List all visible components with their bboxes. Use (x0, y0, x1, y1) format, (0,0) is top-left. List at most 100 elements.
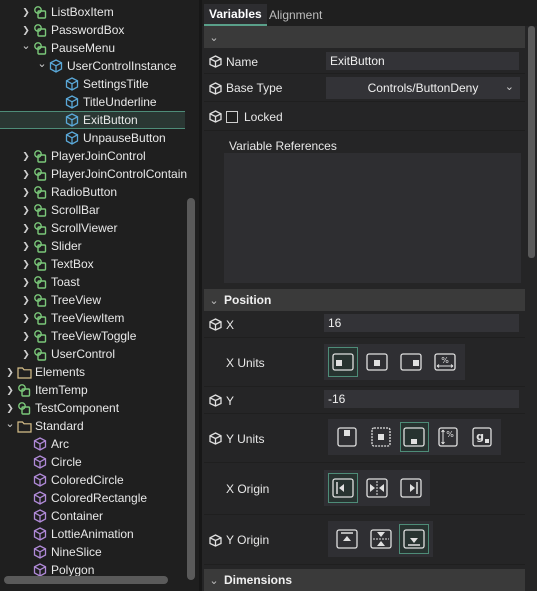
variable-cube-icon (204, 103, 226, 130)
chevron-down-icon[interactable]: ⌄ (36, 54, 48, 72)
chevron-right-icon[interactable]: ❯ (20, 201, 32, 219)
tree-item[interactable]: ⌄ UserControlInstance (0, 57, 185, 75)
y-units-pixels-from-bottom-button[interactable] (399, 422, 430, 452)
tree-item[interactable]: ❯ Slider (0, 237, 185, 255)
chevron-right-icon[interactable]: ❯ (20, 255, 32, 273)
tree-item[interactable]: ❯ ItemTemp (0, 381, 185, 399)
tree-item[interactable]: ⌄ Standard (0, 417, 185, 435)
chevron-right-icon[interactable]: ❯ (20, 291, 32, 309)
y-units-percent-button[interactable]: % (433, 422, 463, 452)
x-label: X (226, 317, 235, 332)
chevron-right-icon[interactable]: ❯ (20, 237, 32, 255)
tree-item[interactable]: ❯ TreeView (0, 291, 185, 309)
variable-references-textbox[interactable] (224, 153, 521, 283)
tree-item[interactable]: ❯ TextBox (0, 255, 185, 273)
chevron-right-icon[interactable]: ❯ (20, 327, 32, 345)
chevron-right-icon[interactable]: ❯ (20, 273, 32, 291)
category-header-position[interactable]: ⌄ Position (204, 289, 525, 311)
tree-item-label: Standard (35, 419, 84, 433)
base-type-dropdown[interactable]: Controls/ButtonDeny ⌄ (326, 77, 520, 99)
tree-item[interactable]: ExitButton (0, 111, 185, 129)
y-units-pixels-from-top-button[interactable] (332, 422, 362, 452)
tab-alignment[interactable]: Alignment (264, 4, 327, 26)
tree-item[interactable]: ❯ Toast (0, 273, 185, 291)
component-icon (32, 310, 48, 326)
tree-horizontal-scrollbar[interactable] (4, 576, 168, 584)
folder-icon (16, 364, 32, 380)
y-field[interactable]: -16 (324, 390, 519, 408)
locked-checkbox[interactable] (226, 110, 238, 123)
x-origin-center-button[interactable] (362, 473, 392, 503)
tree-item[interactable]: ❯ ScrollViewer (0, 219, 185, 237)
tree-item[interactable]: ❯ PlayerJoinControl (0, 147, 185, 165)
chevron-right-icon[interactable]: ❯ (4, 381, 16, 399)
standard-icon (32, 508, 48, 524)
y-origin-label: Y Origin (226, 533, 270, 547)
tree-item-label: UserControl (51, 347, 116, 361)
properties-vertical-scrollbar[interactable] (528, 26, 535, 258)
y-origin-top-button[interactable] (332, 524, 362, 554)
tree-item[interactable]: NineSlice (0, 543, 185, 561)
instance-icon (64, 112, 80, 128)
tree-item-label: ExitButton (83, 113, 138, 127)
tree-item[interactable]: TitleUnderline (0, 93, 185, 111)
x-units-pixels-from-right-button[interactable] (396, 347, 426, 377)
standard-icon (32, 436, 48, 452)
tree-item[interactable]: ❯ ListBoxItem (0, 3, 185, 21)
tree-item[interactable]: ColoredRectangle (0, 489, 185, 507)
tree-item[interactable]: ❯ TreeViewToggle (0, 327, 185, 345)
instance-icon (64, 94, 80, 110)
y-units-buttons: % g (328, 419, 501, 455)
category-header-dimensions[interactable]: ⌄ Dimensions (204, 569, 525, 591)
tree-vertical-scrollbar[interactable] (187, 198, 195, 580)
tree-item[interactable]: ❯ ScrollBar (0, 201, 185, 219)
y-units-pixels-from-center-button[interactable] (366, 422, 396, 452)
component-icon (32, 238, 48, 254)
tree-item[interactable]: ❯ TreeViewItem (0, 309, 185, 327)
tree-item[interactable]: LottieAnimation (0, 525, 185, 543)
x-units-pixels-from-center-button[interactable] (362, 347, 392, 377)
tree-item[interactable]: ❯ RadioButton (0, 183, 185, 201)
variable-cube-icon (204, 75, 226, 101)
y-origin-bottom-button[interactable] (399, 524, 430, 554)
chevron-right-icon[interactable]: ❯ (20, 309, 32, 327)
category-header-top[interactable]: ⌄ (204, 26, 525, 48)
element-tree[interactable]: ❯ ListBoxItem ❯ PasswordBox ⌄ PauseMenu ⌄ UserC… (0, 0, 199, 591)
tree-item[interactable]: UnpauseButton (0, 129, 185, 147)
x-origin-right-button[interactable] (396, 473, 426, 503)
tree-item[interactable]: Container (0, 507, 185, 525)
tree-item[interactable]: ColoredCircle (0, 471, 185, 489)
chevron-right-icon[interactable]: ❯ (20, 219, 32, 237)
tree-item-label: ItemTemp (35, 383, 88, 397)
name-field[interactable]: ExitButton (326, 52, 519, 70)
tree-item[interactable]: ❯ UserControl (0, 345, 185, 363)
tree-item[interactable]: ⌄ PauseMenu (0, 39, 185, 57)
chevron-right-icon[interactable]: ❯ (20, 183, 32, 201)
tree-item[interactable]: ❯ PlayerJoinControlContain (0, 165, 187, 183)
base-type-value: Controls/ButtonDeny (367, 81, 479, 95)
chevron-right-icon[interactable]: ❯ (20, 3, 32, 21)
tree-item[interactable]: SettingsTitle (0, 75, 185, 93)
x-origin-left-button[interactable] (328, 473, 358, 503)
chevron-right-icon[interactable]: ❯ (4, 363, 16, 381)
chevron-down-icon[interactable]: ⌄ (4, 414, 16, 432)
tree-item[interactable]: ❯ TestComponent (0, 399, 185, 417)
x-field[interactable]: 16 (324, 314, 519, 332)
tab-variables[interactable]: Variables (204, 4, 267, 26)
tree-item[interactable]: Arc (0, 435, 185, 453)
x-units-pixels-from-left-button[interactable] (328, 347, 358, 377)
chevron-right-icon[interactable]: ❯ (20, 165, 32, 183)
tree-item[interactable]: Circle (0, 453, 185, 471)
y-origin-center-button[interactable] (366, 524, 396, 554)
svg-text:g: g (476, 430, 484, 443)
tree-item-label: Container (51, 509, 104, 523)
chevron-down-icon[interactable]: ⌄ (20, 36, 32, 54)
dimensions-title: Dimensions (224, 573, 293, 587)
chevron-right-icon[interactable]: ❯ (20, 345, 32, 363)
tree-item[interactable]: ❯ Elements (0, 363, 185, 381)
y-units-baseline-button[interactable]: g (467, 422, 497, 452)
x-units-percent-button[interactable]: % (430, 347, 460, 377)
instance-icon (48, 58, 64, 74)
chevron-right-icon[interactable]: ❯ (20, 147, 32, 165)
instance-icon (64, 76, 80, 92)
